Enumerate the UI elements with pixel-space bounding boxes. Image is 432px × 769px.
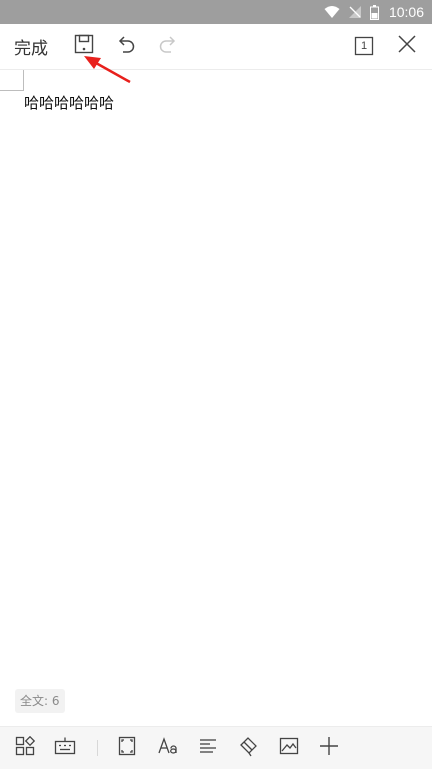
- align-button[interactable]: [195, 735, 221, 761]
- status-bar: 10:06: [0, 0, 432, 24]
- document-area[interactable]: 哈哈哈哈哈哈: [0, 70, 432, 725]
- apps-icon: [15, 735, 36, 760]
- close-button[interactable]: [390, 29, 424, 63]
- redo-button[interactable]: [151, 29, 185, 63]
- keyboard-icon: [54, 736, 76, 760]
- font-icon: [157, 736, 179, 760]
- undo-button[interactable]: [109, 29, 143, 63]
- save-icon: [73, 33, 95, 59]
- insert-image-button[interactable]: [276, 735, 302, 761]
- add-icon: [319, 736, 339, 760]
- bottom-toolbar: [0, 726, 432, 769]
- fullscreen-button[interactable]: [114, 735, 140, 761]
- keyboard-button[interactable]: [52, 735, 78, 761]
- format-brush-button[interactable]: [235, 735, 261, 761]
- image-icon: [279, 736, 299, 760]
- page-corner-marker: [0, 70, 24, 91]
- font-button[interactable]: [155, 735, 181, 761]
- signal-off-icon: [348, 5, 362, 19]
- redo-icon: [157, 33, 179, 59]
- top-toolbar: 完成 1: [0, 24, 432, 70]
- wifi-icon: [324, 5, 340, 19]
- word-count-badge: 全文: 6: [15, 689, 65, 713]
- page-view-button[interactable]: 1: [347, 29, 381, 63]
- save-button[interactable]: [67, 29, 101, 63]
- done-button[interactable]: 完成: [14, 24, 48, 69]
- undo-icon: [115, 33, 137, 59]
- document-text[interactable]: 哈哈哈哈哈哈: [24, 92, 114, 113]
- close-icon: [396, 33, 418, 59]
- apps-button[interactable]: [12, 735, 38, 761]
- align-icon: [198, 736, 218, 760]
- page-number: 1: [360, 40, 368, 52]
- battery-icon: [369, 4, 379, 20]
- fullscreen-icon: [117, 736, 137, 760]
- page-view-icon: 1: [354, 36, 374, 56]
- format-brush-icon: [237, 735, 259, 761]
- add-button[interactable]: [316, 735, 342, 761]
- toolbar-divider: [97, 740, 98, 756]
- clock: 10:06: [388, 4, 424, 20]
